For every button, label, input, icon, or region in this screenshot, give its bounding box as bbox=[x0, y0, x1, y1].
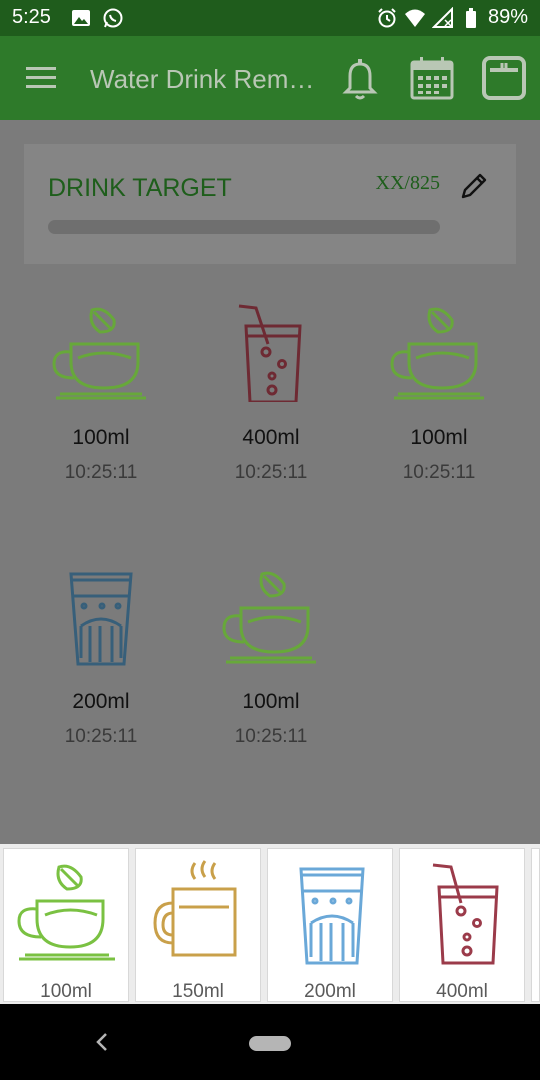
water-glass-icon bbox=[69, 572, 133, 666]
signal-icon bbox=[431, 6, 453, 28]
drink-picker-sheet: 100ml 150ml 200ml 400ml bbox=[0, 844, 540, 1004]
status-bar: 5:25 89% bbox=[0, 0, 540, 36]
bell-icon[interactable] bbox=[336, 54, 384, 102]
tea-cup-icon bbox=[52, 307, 146, 400]
wifi-icon bbox=[404, 9, 425, 27]
calendar-icon[interactable] bbox=[408, 54, 456, 102]
drink-entry[interactable]: 200ml 10:25:11 bbox=[26, 566, 176, 766]
entry-time: 10:25:11 bbox=[234, 726, 308, 747]
scale-icon[interactable] bbox=[480, 54, 528, 102]
menu-icon[interactable] bbox=[24, 64, 58, 92]
soda-glass-icon bbox=[238, 304, 302, 402]
entry-amount: 100ml bbox=[410, 426, 468, 449]
coffee-mug-icon bbox=[153, 860, 237, 957]
entry-time: 10:25:11 bbox=[402, 462, 476, 483]
picker-option-400ml[interactable]: 400ml bbox=[399, 848, 525, 1002]
alarm-icon bbox=[378, 7, 396, 27]
target-progress-bar bbox=[48, 220, 440, 234]
picker-option-100ml[interactable]: 100ml bbox=[3, 848, 129, 1002]
home-pill[interactable] bbox=[249, 1036, 291, 1051]
picker-label: 100ml bbox=[40, 981, 92, 1002]
drink-target-card: DRINK TARGET XX/825 bbox=[24, 144, 516, 264]
pencil-icon[interactable] bbox=[458, 170, 490, 202]
drink-entry[interactable]: 400ml 10:25:11 bbox=[196, 302, 346, 502]
entry-amount: 100ml bbox=[72, 426, 130, 449]
battery-icon bbox=[465, 7, 476, 28]
app-bar: Water Drink Reminder bbox=[0, 36, 540, 120]
picker-label: 150ml bbox=[172, 981, 224, 1002]
battery-percent: 89% bbox=[487, 6, 528, 28]
entry-amount: 400ml bbox=[242, 426, 300, 449]
tea-cup-icon bbox=[222, 571, 316, 664]
tea-cup-icon bbox=[17, 864, 115, 961]
status-time: 5:25 bbox=[12, 6, 51, 28]
whatsapp-icon bbox=[103, 8, 123, 28]
back-icon[interactable] bbox=[92, 1030, 112, 1054]
target-count: XX/825 bbox=[375, 172, 440, 194]
entry-time: 10:25:11 bbox=[64, 462, 138, 483]
tea-cup-icon bbox=[390, 307, 484, 400]
system-nav-bar bbox=[0, 1004, 540, 1080]
entry-time: 10:25:11 bbox=[234, 462, 308, 483]
entry-amount: 200ml bbox=[72, 690, 130, 713]
image-icon bbox=[72, 10, 90, 26]
drink-entry[interactable]: 100ml 10:25:11 bbox=[364, 302, 514, 502]
entry-time: 10:25:11 bbox=[64, 726, 138, 747]
water-glass-icon bbox=[299, 867, 365, 965]
picker-option-more[interactable] bbox=[531, 848, 540, 1002]
target-title: DRINK TARGET bbox=[48, 174, 232, 202]
picker-option-200ml[interactable]: 200ml bbox=[267, 848, 393, 1002]
picker-option-150ml[interactable]: 150ml bbox=[135, 848, 261, 1002]
main-content: DRINK TARGET XX/825 100ml 10:25:11 400ml… bbox=[0, 120, 540, 844]
picker-label: 200ml bbox=[304, 981, 356, 1002]
app-title: Water Drink Reminder bbox=[90, 64, 320, 94]
soda-glass-icon bbox=[432, 863, 499, 965]
entry-amount: 100ml bbox=[242, 690, 300, 713]
picker-label: 400ml bbox=[436, 981, 488, 1002]
drink-entry[interactable]: 100ml 10:25:11 bbox=[26, 302, 176, 502]
drink-entry[interactable]: 100ml 10:25:11 bbox=[196, 566, 346, 766]
